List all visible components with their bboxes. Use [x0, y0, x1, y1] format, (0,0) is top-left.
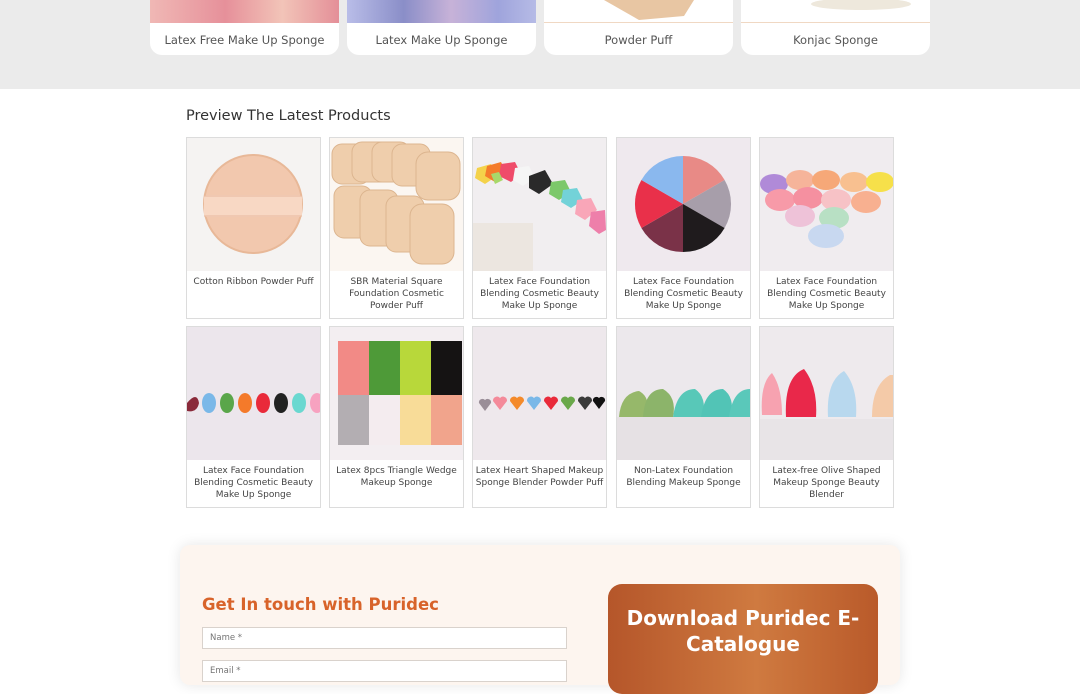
category-image	[544, 0, 733, 23]
product-card[interactable]: Latex Face Foundation Blending Cosmetic …	[616, 137, 751, 319]
product-name: Latex Face Foundation Blending Cosmetic …	[767, 277, 886, 311]
category-card-latex[interactable]: Latex Make Up Sponge	[347, 0, 536, 55]
category-card-konjac[interactable]: Konjac Sponge	[741, 0, 930, 55]
product-name: Latex Face Foundation Blending Cosmetic …	[480, 277, 599, 311]
product-card[interactable]: SBR Material Square Foundation Cosmetic …	[329, 137, 464, 319]
product-name: Latex Face Foundation Blending Cosmetic …	[624, 277, 743, 311]
name-field[interactable]	[202, 627, 567, 649]
product-card[interactable]: Latex Face Foundation Blending Cosmetic …	[472, 137, 607, 319]
product-card[interactable]: Non-Latex Foundation Blending Makeup Spo…	[616, 326, 751, 508]
product-card[interactable]: Latex Face Foundation Blending Cosmetic …	[186, 326, 321, 508]
product-name: Cotton Ribbon Powder Puff	[193, 277, 314, 287]
download-catalogue-title: Download Puridec E-Catalogue	[626, 606, 860, 656]
category-image	[150, 0, 339, 23]
wedge-sponges-image	[330, 327, 463, 460]
product-name: SBR Material Square Foundation Cosmetic …	[349, 277, 444, 311]
category-image	[347, 0, 536, 23]
category-label: Powder Puff	[604, 33, 673, 47]
product-card[interactable]: Cotton Ribbon Powder Puff	[186, 137, 321, 319]
category-image	[741, 0, 930, 23]
product-name: Latex-free Olive Shaped Makeup Sponge Be…	[772, 466, 881, 500]
product-card[interactable]: Latex Face Foundation Blending Cosmetic …	[759, 137, 894, 319]
cut-sponges-image	[617, 327, 750, 460]
category-label: Latex Make Up Sponge	[375, 33, 508, 47]
heart-sponges-image	[473, 327, 606, 460]
latest-products-title: Preview The Latest Products	[186, 108, 391, 124]
product-card[interactable]: Latex 8pcs Triangle Wedge Makeup Sponge	[329, 326, 464, 508]
product-name: Latex Heart Shaped Makeup Sponge Blender…	[475, 466, 604, 488]
category-label: Konjac Sponge	[793, 33, 878, 47]
hexagon-sponges-image	[473, 138, 606, 271]
product-card[interactable]: Latex-free Olive Shaped Makeup Sponge Be…	[759, 326, 894, 508]
wheel-sponge-image	[617, 138, 750, 271]
lip-sponges-image	[760, 138, 893, 271]
category-card-powder-puff[interactable]: Powder Puff	[544, 0, 733, 55]
category-card-latex-free[interactable]: Latex Free Make Up Sponge	[150, 0, 339, 55]
olive-sponges-image	[760, 327, 893, 460]
contact-title: Get In touch with Puridec	[202, 595, 439, 614]
product-name: Non-Latex Foundation Blending Makeup Spo…	[626, 466, 741, 488]
product-name: Latex 8pcs Triangle Wedge Makeup Sponge	[336, 466, 457, 488]
product-name: Latex Face Foundation Blending Cosmetic …	[194, 466, 313, 500]
teardrop-sponges-image	[187, 327, 320, 460]
product-card[interactable]: Latex Heart Shaped Makeup Sponge Blender…	[472, 326, 607, 508]
category-label: Latex Free Make Up Sponge	[164, 33, 325, 47]
email-field[interactable]	[202, 660, 567, 682]
square-puffs-image	[330, 138, 463, 271]
round-puff-image	[187, 138, 320, 271]
